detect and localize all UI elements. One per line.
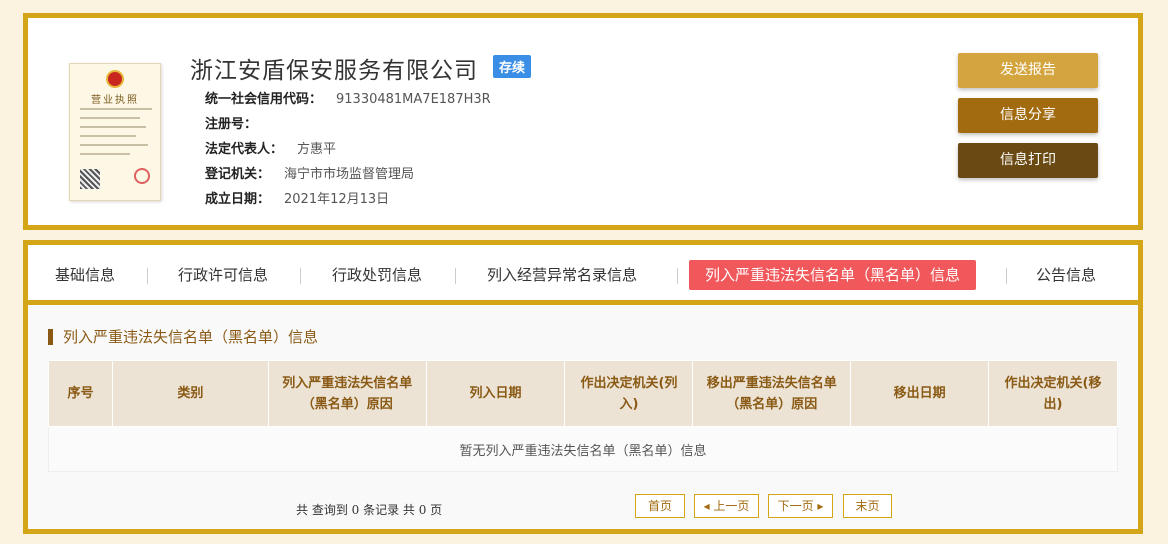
national-emblem-icon [106,70,124,88]
info-label: 成立日期： [205,192,271,207]
info-label: 统一社会信用代码： [205,92,323,107]
seal-icon [134,168,150,184]
info-registration-authority: 登记机关： 海宁市市场监督管理局 [205,163,414,182]
table-row: 暂无列入严重违法失信名单（黑名单）信息 [48,426,1118,472]
last-page-button[interactable]: 末页 [843,494,892,518]
license-line [80,117,140,119]
license-line [80,108,152,110]
column-header: 列入日期 [425,360,566,427]
column-header: 列入严重违法失信名单（黑名单）原因 [267,360,427,427]
tab-separator [300,268,301,284]
info-value: 91330481MA7E187H3R [336,92,491,107]
status-badge: 存续 [493,55,532,78]
pager-summary: 共 查询到 0 条记录 共 0 页 [296,503,443,517]
section-title: 列入严重违法失信名单（黑名单）信息 [48,329,318,345]
info-value: 2021年12月13日 [284,192,390,207]
info-value: 方惠平 [297,142,337,157]
license-line [80,153,130,155]
license-line [80,135,136,137]
column-header: 移出日期 [850,360,990,427]
business-license-image[interactable]: 营业执照 [69,63,161,201]
blacklist-table: 序号 类别 列入严重违法失信名单（黑名单）原因 列入日期 作出决定机关(列入) … [48,360,1118,472]
tab-abnormal-list[interactable]: 列入经营异常名录信息 [487,260,637,290]
license-line [80,126,146,128]
info-legal-rep: 法定代表人： 方惠平 [205,138,336,157]
share-info-button[interactable]: 信息分享 [958,98,1098,133]
column-header: 作出决定机关(移出) [988,360,1118,427]
tab-admin-penalty[interactable]: 行政处罚信息 [332,260,422,290]
table-header-row: 序号 类别 列入严重违法失信名单（黑名单）原因 列入日期 作出决定机关(列入) … [48,360,1118,427]
column-header: 序号 [48,360,113,427]
first-page-button[interactable]: 首页 [635,494,685,518]
company-header-panel: 营业执照 浙江安盾保安服务有限公司 存续 统一社会信用代码： 91330481MA… [23,13,1143,230]
license-title: 营业执照 [91,95,139,106]
tab-separator [677,268,678,284]
send-report-button[interactable]: 发送报告 [958,53,1098,88]
column-header: 类别 [111,360,269,427]
column-header: 移出严重违法失信名单（黑名单）原因 [692,360,852,427]
company-name: 浙江安盾保安服务有限公司 [190,58,478,84]
info-founded-date: 成立日期： 2021年12月13日 [205,188,389,207]
info-credit-code: 统一社会信用代码： 91330481MA7E187H3R [205,88,491,107]
tab-admin-license[interactable]: 行政许可信息 [178,260,268,290]
tab-basic-info[interactable]: 基础信息 [55,260,115,290]
print-info-button[interactable]: 信息打印 [958,143,1098,178]
tab-bar: 基础信息 行政许可信息 行政处罚信息 列入经营异常名录信息 列入严重违法失信名单… [28,245,1138,305]
prev-page-button[interactable]: ◂ 上一页 [694,494,759,518]
blacklist-section: 列入严重违法失信名单（黑名单）信息 序号 类别 列入严重违法失信名单（黑名单）原… [28,305,1138,529]
info-label: 法定代表人： [205,142,284,157]
license-line [80,144,148,146]
column-header: 作出决定机关(列入) [564,360,694,427]
empty-message: 暂无列入严重违法失信名单（黑名单）信息 [48,426,1118,472]
tab-separator [147,268,148,284]
info-value: 海宁市市场监督管理局 [284,167,415,182]
tab-blacklist[interactable]: 列入严重违法失信名单（黑名单）信息 [689,260,977,290]
qr-code-icon [80,169,100,189]
tab-announcements[interactable]: 公告信息 [1036,260,1096,290]
info-label: 登记机关： [205,167,271,182]
tab-separator [455,268,456,284]
next-page-button[interactable]: 下一页 ▸ [768,494,833,518]
info-reg-number: 注册号： [205,113,271,132]
info-label: 注册号： [205,117,258,132]
tab-separator [1006,268,1007,284]
details-panel: 基础信息 行政许可信息 行政处罚信息 列入经营异常名录信息 列入严重违法失信名单… [23,240,1143,534]
